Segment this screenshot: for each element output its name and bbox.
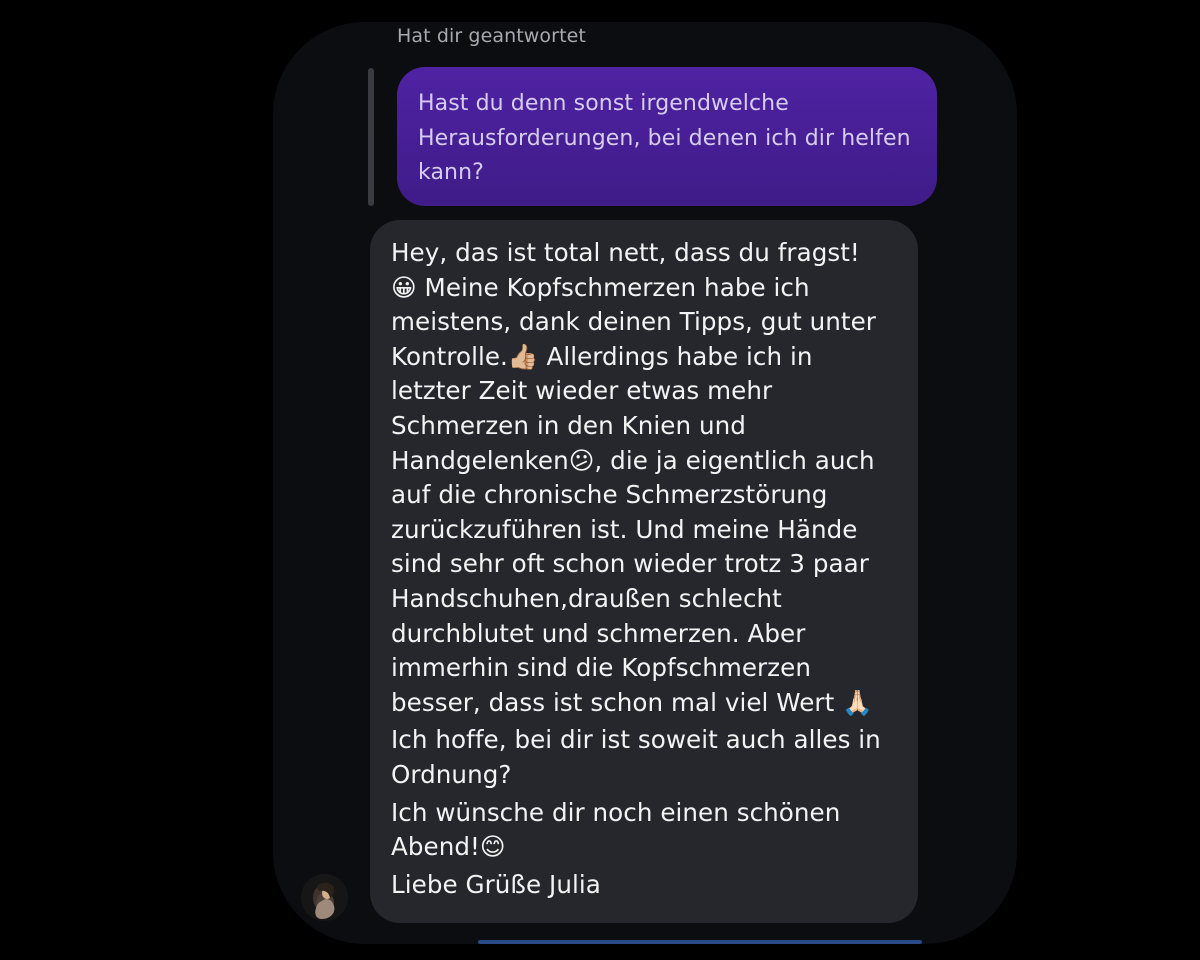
- profile-photo-icon[interactable]: [301, 874, 348, 921]
- reply-header: Hat dir geantwortet: [397, 25, 586, 47]
- reply-indicator-bar: [368, 68, 374, 206]
- quoted-message-bubble[interactable]: Hast du denn sonst irgendwelche Herausfo…: [397, 67, 937, 206]
- quoted-message-text: Hast du denn sonst irgendwelche Herausfo…: [418, 91, 911, 185]
- received-message-bubble[interactable]: Hey, das ist total nett, dass du fragst!…: [370, 220, 918, 923]
- message-paragraph-2: Ich hoffe, bei dir ist soweit auch alles…: [391, 725, 881, 789]
- message-paragraph-1: Hey, das ist total nett, dass du fragst!…: [391, 238, 876, 717]
- bottom-divider: [478, 940, 922, 944]
- message-paragraph-4: Liebe Grüße Julia: [391, 869, 601, 899]
- message-paragraph-3: Ich wünsche dir noch einen schönen Abend…: [391, 797, 841, 862]
